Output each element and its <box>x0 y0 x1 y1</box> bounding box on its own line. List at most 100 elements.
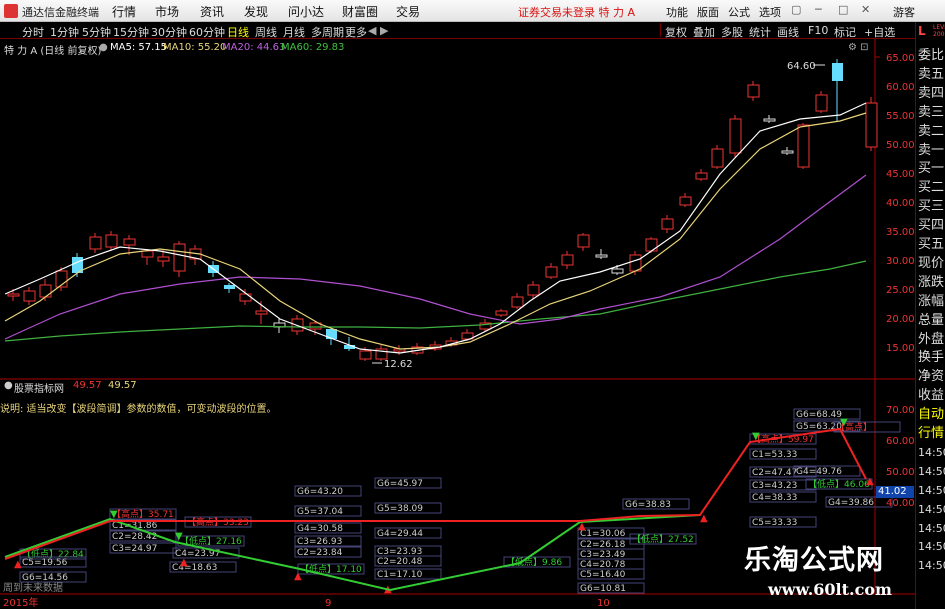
maximize-icon[interactable]: □ <box>838 3 850 17</box>
period-intraday[interactable]: 分时 <box>22 24 44 40</box>
f10-button[interactable]: F10 <box>808 24 828 37</box>
menu-options[interactable]: 选项 <box>759 4 781 20</box>
login-status-warning[interactable]: 证券交易未登录 特 力 A <box>518 4 635 20</box>
side-panel-item[interactable]: 卖五 <box>918 67 944 83</box>
side-panel-item[interactable]: 卖一 <box>918 143 944 159</box>
menu-layout[interactable]: 版面 <box>697 4 719 20</box>
nav-arrows-icon[interactable]: ◀ ▶ <box>368 24 388 37</box>
side-panel-item[interactable]: 委比 <box>918 48 944 64</box>
candle-body <box>173 243 186 272</box>
menu-market[interactable]: 市场 <box>155 3 179 20</box>
mark-button[interactable]: 标记 <box>834 24 856 40</box>
side-panel-item[interactable]: 现价 <box>918 256 944 272</box>
future-data-label: 周到未来数据 <box>3 581 63 594</box>
indicator-level-label: G6=45.97 <box>377 479 423 489</box>
app-logo-icon <box>4 4 18 18</box>
indicator-settings-icon[interactable]: ● <box>4 380 13 391</box>
side-panel-item[interactable]: 买五 <box>918 237 944 253</box>
overlay-button[interactable]: 叠加 <box>693 24 715 40</box>
side-panel-item[interactable]: 14:50 <box>918 445 945 461</box>
side-panel-item[interactable]: 14:50 <box>918 502 945 518</box>
period-1min[interactable]: 1分钟 <box>50 24 79 40</box>
side-panel-item[interactable]: 收益 <box>918 388 944 404</box>
side-panel-item[interactable]: 涨幅 <box>918 294 944 310</box>
period-monthly[interactable]: 月线 <box>283 24 305 40</box>
draw-line-button[interactable]: 画线 <box>777 24 799 40</box>
side-panel-item[interactable]: 自动 <box>918 407 944 423</box>
restore-rights-button[interactable]: 复权 <box>665 24 687 40</box>
period-30min[interactable]: 30分钟 <box>151 24 187 40</box>
side-panel-item[interactable]: 净资 <box>918 369 944 385</box>
side-panel-item[interactable]: 14:50 <box>918 483 945 499</box>
indicator-value-1: 49.57 <box>73 380 102 391</box>
side-panel-item[interactable]: 外盘 <box>918 332 944 348</box>
candle-body <box>239 293 252 302</box>
side-panel-item[interactable]: 总量 <box>918 313 944 329</box>
menu-assistant[interactable]: 问小达 <box>288 3 324 20</box>
close-icon[interactable]: ✕ <box>861 3 873 17</box>
indicator-level-label: C2=23.84 <box>297 548 343 558</box>
menu-news[interactable]: 资讯 <box>200 3 224 20</box>
side-panel-item[interactable]: 卖二 <box>918 124 944 140</box>
menu-trade[interactable]: 交易 <box>396 3 420 20</box>
price-tick: 30.00 <box>886 256 915 267</box>
side-panel-item[interactable]: 换手 <box>918 350 944 366</box>
menu-quotes[interactable]: 行情 <box>112 3 136 20</box>
add-watchlist-button[interactable]: +自选 <box>864 24 895 40</box>
period-daily[interactable]: 日线 <box>227 24 249 40</box>
multi-stock-button[interactable]: 多股 <box>721 24 743 40</box>
side-panel-item[interactable]: 买三 <box>918 199 944 215</box>
pane-options-icon[interactable]: ⚙ ⊡ <box>848 42 869 53</box>
high-price-label: 64.60 <box>787 61 816 72</box>
period-15min[interactable]: 15分钟 <box>113 24 149 40</box>
side-panel-item[interactable]: 14:50 <box>918 539 945 555</box>
candle-body <box>141 250 154 258</box>
period-multi[interactable]: 多周期 <box>311 24 344 40</box>
indicator-value-2: 49.57 <box>108 380 137 391</box>
price-tick: 20.00 <box>886 314 915 325</box>
candle-body <box>89 236 102 250</box>
candle-body <box>527 284 540 296</box>
ind-tick: 70.00 <box>886 405 915 416</box>
side-panel-item[interactable]: 行情 <box>918 426 944 442</box>
period-more[interactable]: 更多 <box>345 24 367 40</box>
candle-body <box>359 350 372 360</box>
side-panel-item[interactable]: 买二 <box>918 180 944 196</box>
tile-icon[interactable]: ▢ <box>791 3 803 17</box>
menu-wealth[interactable]: 财富圈 <box>342 3 378 20</box>
side-panel-item[interactable]: 14:50 <box>918 558 945 574</box>
level-badge-sub: LEVEL 2000 <box>933 24 945 38</box>
menu-functions[interactable]: 功能 <box>666 4 688 20</box>
ma5-value: MA5: 57.15 <box>110 42 168 53</box>
side-panel-item[interactable]: 买一 <box>918 161 944 177</box>
period-weekly[interactable]: 周线 <box>255 24 277 40</box>
price-tick: 35.00 <box>886 227 915 238</box>
side-panel-item[interactable]: 卖三 <box>918 105 944 121</box>
guest-user[interactable]: 游客 <box>893 4 915 20</box>
watermark-url: www.60lt.com <box>768 580 892 599</box>
date-axis: 2015年 9 10 <box>3 596 610 609</box>
indicator-level-label: G5=37.04 <box>297 507 343 517</box>
side-panel-item[interactable]: 卖四 <box>918 86 944 102</box>
menu-discover[interactable]: 发现 <box>244 3 268 20</box>
settings-icon[interactable]: ● <box>99 42 108 53</box>
candle-body <box>224 285 235 289</box>
indicator-level-label: G5=38.09 <box>377 504 423 514</box>
side-panel-item[interactable]: 14:50 <box>918 464 945 480</box>
price-tick: 25.00 <box>886 285 915 296</box>
period-60min[interactable]: 60分钟 <box>189 24 225 40</box>
menu-formula[interactable]: 公式 <box>728 4 750 20</box>
side-panel-item[interactable]: 买四 <box>918 218 944 234</box>
candle-body <box>561 254 574 266</box>
minimize-icon[interactable]: ─ <box>815 3 827 17</box>
statistics-button[interactable]: 统计 <box>749 24 771 40</box>
watermark-text: 乐淘公式网 <box>744 545 884 576</box>
side-panel-item[interactable]: 14:50 <box>918 521 945 537</box>
indicator-level-label: C5=16.40 <box>580 570 626 580</box>
price-tick: 40.00 <box>886 198 915 209</box>
indicator-level-label: C1=53.33 <box>752 450 797 460</box>
period-5min[interactable]: 5分钟 <box>82 24 111 40</box>
side-panel-item[interactable]: 涨跌 <box>918 275 944 291</box>
kline-chart[interactable]: 65.00 60.00 55.00 50.00 45.00 40.00 35.0… <box>0 39 915 609</box>
candle-body <box>39 284 52 298</box>
